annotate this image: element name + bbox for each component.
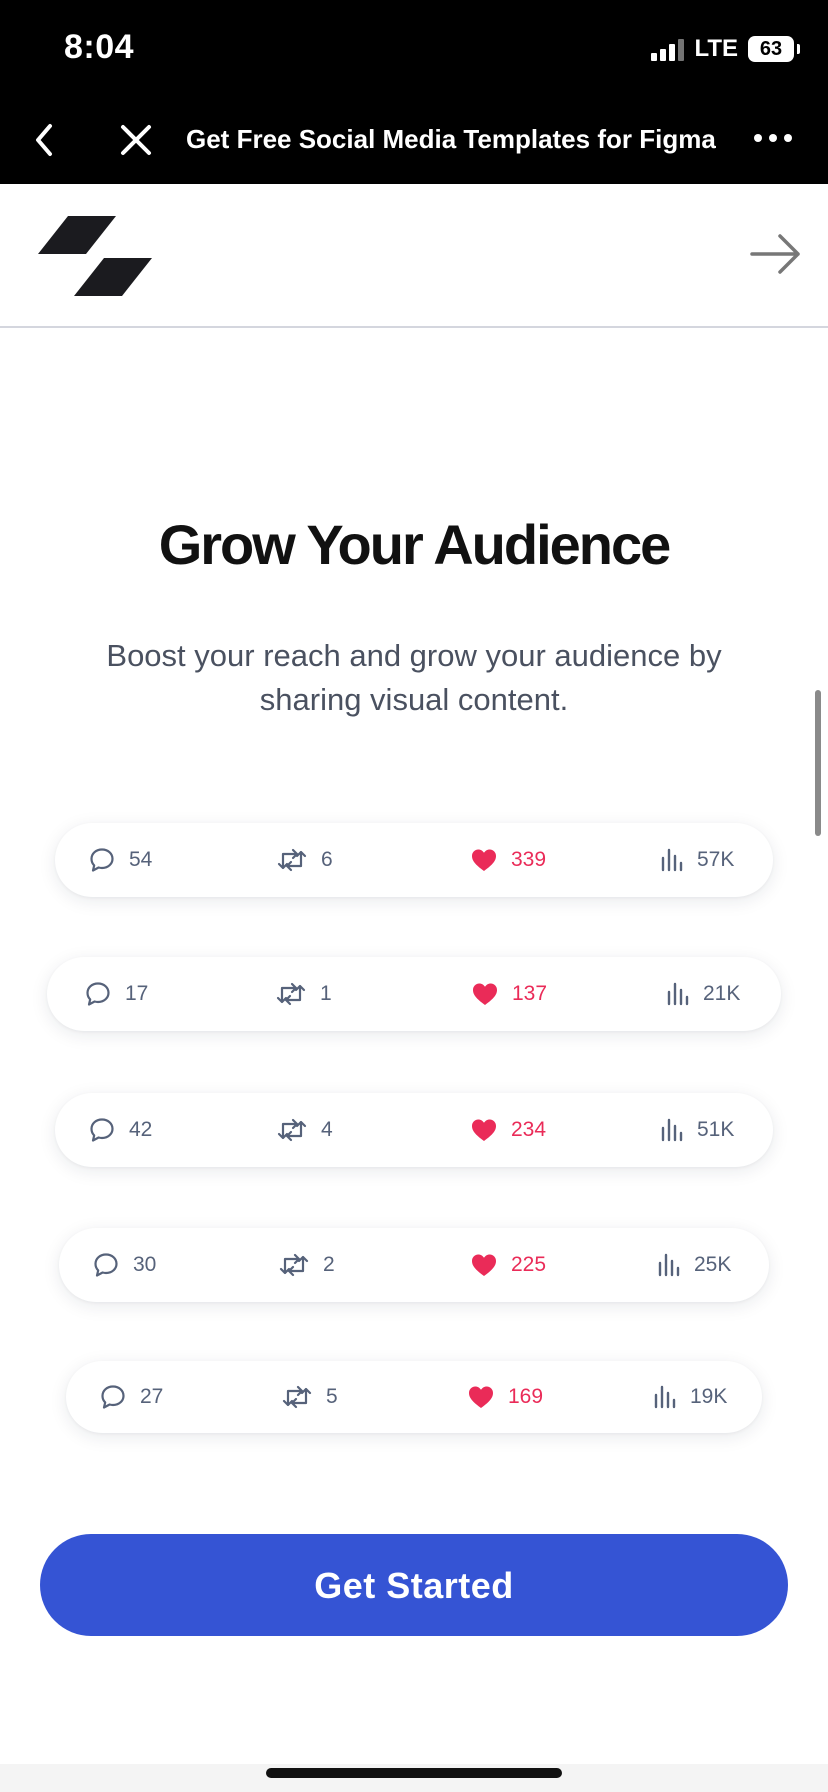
- like-count: 339: [511, 848, 547, 871]
- views-count: 21K: [703, 982, 741, 1005]
- engagement-card: 54 6 339 57K: [55, 823, 773, 897]
- hero-title: Grow Your Audience: [158, 513, 672, 576]
- repost-stat[interactable]: 5: [282, 1361, 338, 1433]
- views-stat[interactable]: 57K: [661, 823, 734, 897]
- comment-stat[interactable]: 30: [93, 1228, 156, 1302]
- comment-count: 54: [129, 848, 153, 871]
- scrollbar[interactable]: [815, 690, 821, 836]
- get-started-button[interactable]: Get Started: [40, 1534, 788, 1636]
- heart-icon: [472, 849, 496, 871]
- comment-stat[interactable]: 17: [85, 957, 148, 1031]
- views-stat[interactable]: 51K: [661, 1093, 734, 1167]
- heart-icon: [472, 1119, 496, 1141]
- heart-icon: [472, 1254, 496, 1276]
- repost-count: 4: [321, 1118, 333, 1141]
- battery-level: 63: [759, 37, 783, 60]
- arrow-right-icon[interactable]: [750, 232, 802, 276]
- views-count: 25K: [694, 1253, 732, 1276]
- like-count: 225: [511, 1253, 547, 1276]
- repost-stat[interactable]: 2: [279, 1228, 335, 1302]
- brand-logo-icon[interactable]: [38, 214, 152, 298]
- engagement-card: 42 4 234 51K: [55, 1093, 773, 1167]
- close-icon[interactable]: [116, 120, 156, 160]
- home-indicator[interactable]: [266, 1768, 562, 1778]
- repost-stat[interactable]: 1: [276, 957, 332, 1031]
- views-count: 51K: [697, 1118, 735, 1141]
- engagement-card: 17 1 137 21K: [47, 957, 781, 1031]
- like-count: 137: [512, 982, 548, 1005]
- chevron-left-icon[interactable]: [28, 120, 62, 160]
- comment-stat[interactable]: 54: [89, 823, 152, 897]
- status-indicators: LTE 63: [651, 34, 800, 64]
- like-stat[interactable]: 225: [471, 1228, 546, 1302]
- bar-chart-icon: [654, 1385, 676, 1409]
- engagement-card: 27 5 169 19K: [66, 1361, 762, 1433]
- comment-count: 27: [140, 1385, 164, 1408]
- repost-stat[interactable]: 4: [277, 1093, 333, 1167]
- page-title: Get Free Social Media Templates for Figm…: [186, 124, 716, 154]
- bar-chart-icon: [661, 848, 683, 872]
- comment-count: 42: [129, 1118, 153, 1141]
- like-stat[interactable]: 339: [471, 823, 546, 897]
- like-stat[interactable]: 169: [468, 1361, 543, 1433]
- more-horizontal-icon[interactable]: [754, 124, 794, 154]
- hero-subtitle: Boost your reach and grow your audience …: [106, 638, 722, 717]
- heart-icon: [469, 1386, 493, 1408]
- repost-count: 5: [326, 1385, 338, 1408]
- comment-icon: [86, 982, 110, 1006]
- network-type: LTE: [694, 35, 738, 62]
- browser-chrome: 8:04 LTE 63 Get Free Social Media Templa…: [0, 0, 828, 184]
- repost-icon: [277, 1118, 307, 1142]
- like-count: 169: [508, 1385, 544, 1408]
- comment-stat[interactable]: 42: [89, 1093, 152, 1167]
- like-count: 234: [511, 1118, 547, 1141]
- repost-icon: [277, 848, 307, 872]
- comment-icon: [90, 848, 114, 872]
- comment-count: 30: [133, 1253, 157, 1276]
- browser-nav-bar: Get Free Social Media Templates for Figm…: [0, 102, 828, 178]
- comment-count: 17: [125, 982, 149, 1005]
- views-count: 57K: [697, 848, 735, 871]
- views-stat[interactable]: 25K: [658, 1228, 731, 1302]
- comment-icon: [94, 1253, 118, 1277]
- status-time: 8:04: [64, 28, 135, 66]
- repost-icon: [276, 982, 306, 1006]
- like-stat[interactable]: 234: [471, 1093, 546, 1167]
- bar-chart-icon: [661, 1118, 683, 1142]
- battery-icon: 63: [748, 36, 800, 62]
- comment-icon: [90, 1118, 114, 1142]
- signal-icon: [651, 37, 685, 61]
- like-stat[interactable]: 137: [472, 957, 547, 1031]
- views-stat[interactable]: 21K: [667, 957, 740, 1031]
- heart-icon: [473, 983, 497, 1005]
- repost-count: 2: [323, 1253, 335, 1276]
- repost-icon: [282, 1385, 312, 1409]
- repost-icon: [279, 1253, 309, 1277]
- site-header: [0, 184, 828, 328]
- repost-count: 6: [321, 848, 333, 871]
- engagement-card: 30 2 225 25K: [59, 1228, 769, 1302]
- repost-count: 1: [320, 982, 332, 1005]
- views-stat[interactable]: 19K: [654, 1361, 727, 1433]
- bar-chart-icon: [667, 982, 689, 1006]
- views-count: 19K: [690, 1385, 728, 1408]
- repost-stat[interactable]: 6: [277, 823, 333, 897]
- bar-chart-icon: [658, 1253, 680, 1277]
- comment-stat[interactable]: 27: [100, 1361, 163, 1433]
- comment-icon: [101, 1385, 125, 1409]
